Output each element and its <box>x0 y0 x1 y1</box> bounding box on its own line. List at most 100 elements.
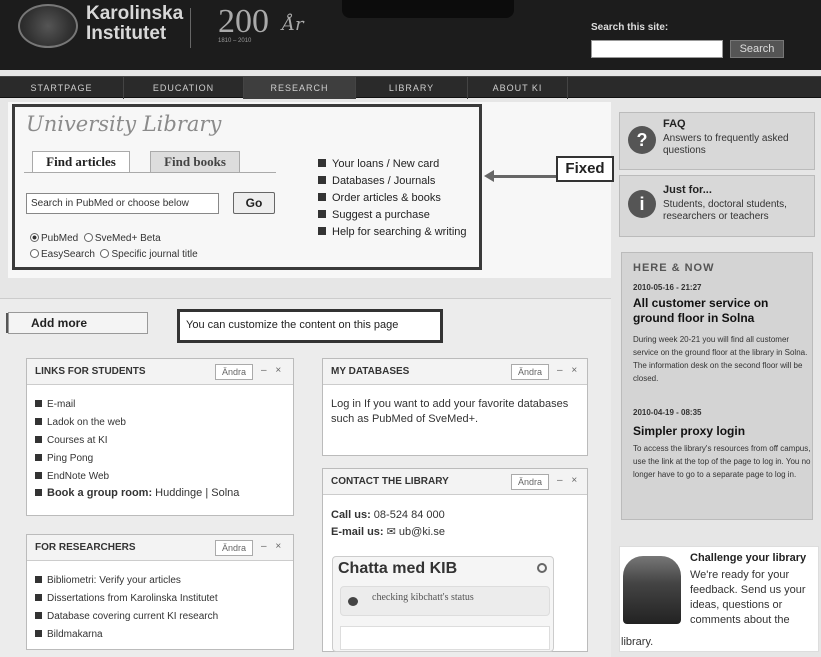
link-bibliometri[interactable]: Bibliometri: Verify your articles <box>35 575 181 586</box>
group-room-locations[interactable]: Huddinge | Solna <box>155 487 239 499</box>
link-endnote[interactable]: EndNote Web <box>35 471 109 482</box>
nav-library[interactable]: LIBRARY <box>356 77 468 99</box>
quick-link-label: Suggest a purchase <box>332 209 430 221</box>
info-icon: i <box>628 190 656 218</box>
annotation-arrow-head-icon <box>484 170 494 182</box>
link-group-room[interactable]: Book a group room: Huddinge | Solna <box>35 487 239 499</box>
quick-link-suggest[interactable]: Suggest a purchase <box>318 209 430 221</box>
bullet-icon <box>318 193 326 201</box>
hockey-player-image <box>623 556 681 624</box>
chat-title: Chatta med KIB <box>338 560 458 577</box>
widget-title: MY DATABASES <box>331 366 410 377</box>
news-headline[interactable]: Simpler proxy login <box>633 424 813 439</box>
widget-title: FOR RESEARCHERS <box>35 542 136 553</box>
header-top-tab <box>342 0 514 18</box>
just-for-title[interactable]: Just for... <box>663 184 712 196</box>
radio-row-2: EasySearch Specific journal title <box>30 249 198 260</box>
radio-pubmed-label: PubMed <box>41 233 79 244</box>
bullet-icon <box>35 400 42 407</box>
nav-research[interactable]: RESEARCH <box>244 77 356 99</box>
ki-seal-logo[interactable] <box>18 4 78 48</box>
link-dissertations[interactable]: Dissertations from Karolinska Institutet <box>35 593 218 604</box>
email-label: E-mail us: <box>331 526 384 538</box>
site-search-label: Search this site: <box>591 22 669 33</box>
nav-about-ki[interactable]: ABOUT KI <box>468 77 568 99</box>
andra-button[interactable]: Ändra <box>511 364 549 380</box>
annotation-arrow-line <box>490 175 556 178</box>
bullet-icon <box>318 210 326 218</box>
quick-link-loans[interactable]: Your loans / New card <box>318 158 439 170</box>
link-ping-pong[interactable]: Ping Pong <box>35 453 93 464</box>
nav-startpage[interactable]: STARTPAGE <box>0 77 124 99</box>
site-search-button[interactable]: Search <box>730 40 784 58</box>
news-headline[interactable]: All customer service on ground floor in … <box>633 296 813 326</box>
bullet-icon <box>35 489 42 496</box>
link-email[interactable]: E-mail <box>35 399 75 410</box>
library-title: University Library <box>26 112 222 136</box>
nav-education[interactable]: EDUCATION <box>124 77 244 99</box>
link-courses[interactable]: Courses at KI <box>35 435 108 446</box>
link-ladok[interactable]: Ladok on the web <box>35 417 126 428</box>
anniversary-years: 1810 – 2010 <box>218 38 252 44</box>
chat-message-area[interactable] <box>340 626 550 650</box>
minimize-close-icon[interactable]: – × <box>557 365 580 376</box>
quick-link-help[interactable]: Help for searching & writing <box>318 226 467 238</box>
call-label: Call us: <box>331 509 371 521</box>
link-label: Ladok on the web <box>47 417 126 428</box>
logo-line2: Institutet <box>86 23 167 44</box>
quick-link-label: Databases / Journals <box>332 175 436 187</box>
radio-journal-label: Specific journal title <box>111 249 198 260</box>
radio-svemed[interactable] <box>83 233 93 242</box>
andra-button[interactable]: Ändra <box>215 540 253 556</box>
andra-button[interactable]: Ändra <box>511 474 549 490</box>
anniversary-script: År <box>282 14 304 35</box>
radio-journal[interactable] <box>100 249 110 258</box>
bullet-icon <box>318 227 326 235</box>
link-database-ki[interactable]: Database covering current KI research <box>35 611 218 622</box>
site-search-input[interactable] <box>591 40 723 58</box>
tab-underline <box>24 172 276 173</box>
main-nav: STARTPAGE EDUCATION RESEARCH LIBRARY ABO… <box>0 76 821 99</box>
faq-title[interactable]: FAQ <box>663 118 686 130</box>
here-now-title: HERE & NOW <box>633 262 715 274</box>
news-body: During week 20-21 you will find all cust… <box>633 335 808 383</box>
minimize-close-icon[interactable]: – × <box>261 541 284 552</box>
radio-easysearch[interactable] <box>30 249 39 258</box>
minimize-close-icon[interactable]: – × <box>557 475 580 486</box>
add-more-button[interactable]: Add more <box>8 312 148 334</box>
bullet-icon <box>35 576 42 583</box>
just-for-text: Students, doctoral students, researchers… <box>663 199 787 222</box>
ki-logo-text[interactable]: Karolinska Institutet <box>86 4 183 44</box>
widget-my-databases: MY DATABASES Ändra – × Log in If you wan… <box>322 358 588 456</box>
quick-link-databases[interactable]: Databases / Journals <box>318 175 435 187</box>
email-link[interactable]: ✉ ub@ki.se <box>387 526 445 538</box>
widget-title: LINKS FOR STUDENTS <box>35 366 146 377</box>
widget-for-researchers: FOR RESEARCHERS Ändra – × Bibliometri: V… <box>26 534 294 650</box>
link-label: E-mail <box>47 399 76 410</box>
bullet-icon <box>35 454 42 461</box>
quick-link-order[interactable]: Order articles & books <box>318 192 441 204</box>
group-room-label: Book a group room: <box>47 487 153 499</box>
challenge-title[interactable]: Challenge your library <box>690 552 806 564</box>
bullet-icon <box>35 612 42 619</box>
my-databases-text: Log in If you want to add your favorite … <box>331 398 569 425</box>
minimize-close-icon[interactable]: – × <box>261 365 284 376</box>
tab-find-books[interactable]: Find books <box>150 151 240 173</box>
radio-pubmed[interactable] <box>30 233 39 242</box>
link-label: Bibliometri: Verify your articles <box>47 575 181 586</box>
andra-button[interactable]: Ändra <box>215 364 253 380</box>
radio-easysearch-label: EasySearch <box>41 249 95 260</box>
link-bildmakarna[interactable]: Bildmakarna <box>35 629 103 640</box>
header-divider <box>190 8 191 48</box>
pubmed-search-input[interactable]: Search in PubMed or choose below <box>26 193 219 214</box>
link-label: Database covering current KI research <box>47 611 219 622</box>
bullet-icon <box>318 176 326 184</box>
tab-find-articles[interactable]: Find articles <box>32 151 130 173</box>
quick-link-label: Your loans / New card <box>332 158 440 170</box>
chat-status-icon <box>537 563 547 573</box>
bullet-icon <box>35 418 42 425</box>
go-button[interactable]: Go <box>233 192 275 214</box>
news-body: To access the library's resources from o… <box>633 444 811 479</box>
speech-bubble-icon <box>348 597 358 606</box>
news-date: 2010-04-19 - 08:35 <box>633 408 702 417</box>
